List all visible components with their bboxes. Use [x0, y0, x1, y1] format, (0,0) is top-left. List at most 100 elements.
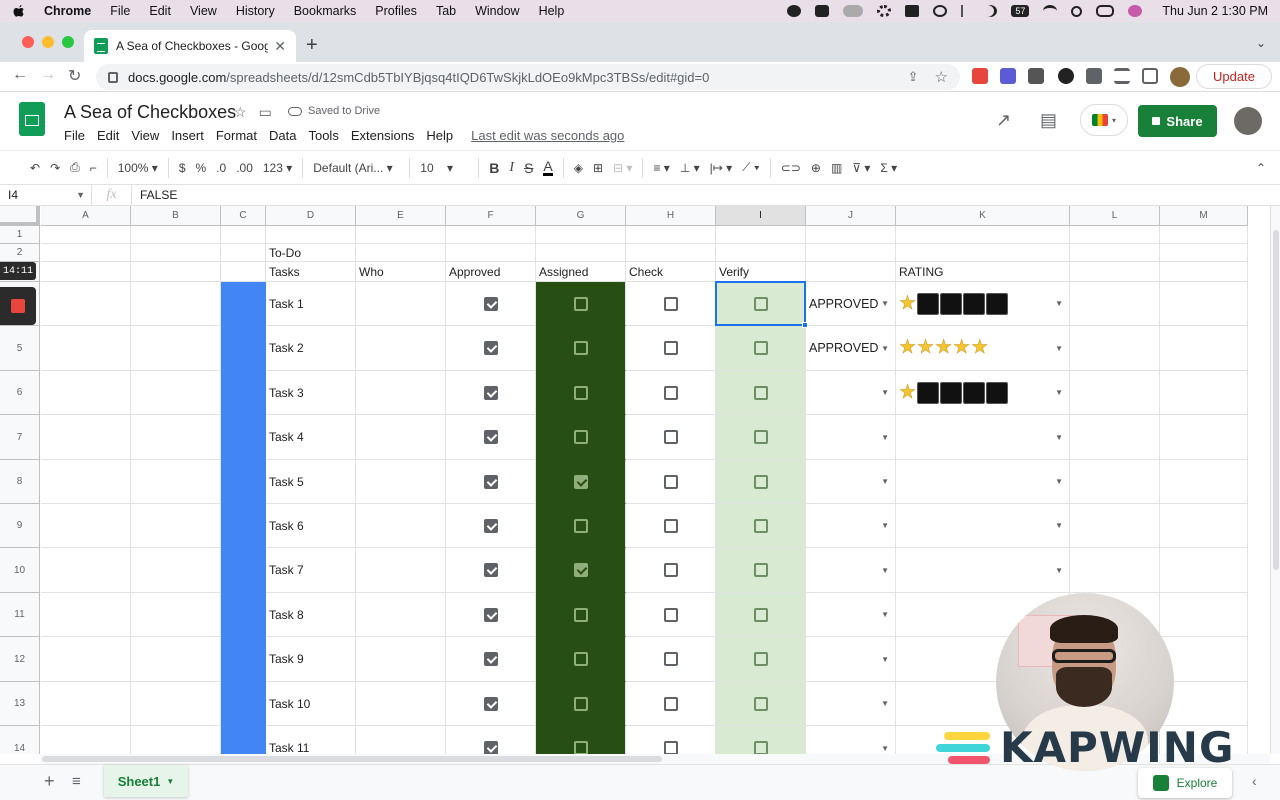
- assigned-checkbox[interactable]: [573, 341, 588, 355]
- cell-e2[interactable]: [356, 244, 446, 262]
- cell-b13[interactable]: [131, 682, 221, 726]
- assigned-cell[interactable]: [536, 415, 626, 460]
- task-name-cell[interactable]: Task 2: [266, 326, 356, 371]
- cell-j3[interactable]: [806, 262, 896, 282]
- cell-b3[interactable]: [131, 262, 221, 282]
- status-dropdown-cell[interactable]: ▼: [806, 726, 896, 754]
- task-name-cell[interactable]: Task 5: [266, 460, 356, 504]
- column-header-e[interactable]: E: [356, 206, 446, 226]
- cell-c5[interactable]: [221, 326, 266, 371]
- cell-c1[interactable]: [221, 226, 266, 244]
- cell-l3[interactable]: [1070, 262, 1160, 282]
- bluetooth-icon[interactable]: [961, 5, 969, 17]
- approved-cell[interactable]: [446, 282, 536, 326]
- column-header-g[interactable]: G: [536, 206, 626, 226]
- verify-checkbox[interactable]: [753, 607, 768, 622]
- cell-c13[interactable]: [221, 682, 266, 726]
- text-rotation-icon[interactable]: ⟋ ▾: [742, 160, 760, 175]
- check-checkbox[interactable]: [663, 563, 678, 577]
- assigned-cell[interactable]: [536, 371, 626, 415]
- verify-checkbox[interactable]: [753, 430, 768, 444]
- menu-edit[interactable]: Edit: [97, 128, 119, 143]
- select-all-corner[interactable]: [0, 206, 40, 226]
- assigned-cell[interactable]: [536, 548, 626, 593]
- cell-e14[interactable]: [356, 726, 446, 754]
- cell-l7[interactable]: [1070, 415, 1160, 460]
- cell-m8[interactable]: [1160, 460, 1248, 504]
- cell-c7[interactable]: [221, 415, 266, 460]
- cell-j2[interactable]: [806, 244, 896, 262]
- check-checkbox[interactable]: [663, 741, 678, 754]
- assigned-cell[interactable]: [536, 726, 626, 754]
- verify-cell[interactable]: [716, 548, 806, 593]
- approved-cell[interactable]: [446, 682, 536, 726]
- assigned-checkbox[interactable]: [573, 652, 588, 666]
- status-dropdown-cell[interactable]: ▼: [806, 682, 896, 726]
- compass-icon[interactable]: [787, 5, 802, 17]
- rating-dropdown-cell[interactable]: ★ ▼: [896, 371, 1070, 415]
- increase-decimal-button[interactable]: .00: [236, 161, 253, 175]
- menubar-window[interactable]: Window: [475, 4, 519, 18]
- cell-c4[interactable]: [221, 282, 266, 326]
- menubar-app-name[interactable]: Chrome: [44, 4, 91, 18]
- row-header-9[interactable]: 9: [0, 504, 40, 548]
- column-header-c[interactable]: C: [221, 206, 266, 226]
- cell-l5[interactable]: [1070, 326, 1160, 371]
- fill-handle[interactable]: [802, 322, 808, 328]
- rating-dropdown-cell[interactable]: ▼: [896, 460, 1070, 504]
- task-name-cell[interactable]: Task 6: [266, 504, 356, 548]
- cell-b10[interactable]: [131, 548, 221, 593]
- check-checkbox[interactable]: [663, 474, 678, 489]
- trending-chart-icon[interactable]: ↗: [996, 110, 1011, 131]
- column-header-f[interactable]: F: [446, 206, 536, 226]
- rating-dropdown-cell[interactable]: ★ ▼: [896, 282, 1070, 326]
- cell-b8[interactable]: [131, 460, 221, 504]
- siri-icon[interactable]: [1128, 5, 1143, 17]
- extensions-puzzle-icon[interactable]: [1086, 68, 1102, 84]
- cell-e7[interactable]: [356, 415, 446, 460]
- cell-m6[interactable]: [1160, 371, 1248, 415]
- menubar-help[interactable]: Help: [539, 4, 565, 18]
- cell-k1[interactable]: [896, 226, 1070, 244]
- verify-cell[interactable]: [716, 326, 806, 371]
- approved-checkbox[interactable]: [483, 296, 498, 311]
- verify-checkbox[interactable]: [753, 741, 768, 754]
- tab-close-icon[interactable]: ✕: [274, 38, 286, 55]
- menu-data[interactable]: Data: [269, 128, 296, 143]
- move-folder-icon[interactable]: ▭: [259, 104, 272, 121]
- decrease-decimal-button[interactable]: .0: [216, 161, 226, 175]
- status-dropdown-cell[interactable]: ▼: [806, 637, 896, 682]
- rating-dropdown-cell[interactable]: ▼: [896, 415, 1070, 460]
- update-button[interactable]: Update: [1196, 64, 1272, 89]
- cell-f1[interactable]: [446, 226, 536, 244]
- dropdown-caret-icon[interactable]: ▼: [1055, 299, 1063, 308]
- check-cell[interactable]: [626, 682, 716, 726]
- column-header-j[interactable]: J: [806, 206, 896, 226]
- sheets-logo-icon[interactable]: [19, 102, 45, 136]
- approved-cell[interactable]: [446, 637, 536, 682]
- cell-m7[interactable]: [1160, 415, 1248, 460]
- print-icon[interactable]: ⎙: [70, 160, 80, 175]
- approved-checkbox[interactable]: [483, 696, 498, 711]
- dropdown-caret-icon[interactable]: ▼: [881, 521, 889, 530]
- insert-comment-icon[interactable]: ⊕: [811, 161, 821, 175]
- cell-e13[interactable]: [356, 682, 446, 726]
- display-icon[interactable]: [905, 5, 920, 17]
- header-check[interactable]: Check: [626, 262, 716, 282]
- cell-a6[interactable]: [41, 371, 131, 415]
- approved-cell[interactable]: [446, 326, 536, 371]
- cell-m3[interactable]: [1160, 262, 1248, 282]
- dropdown-caret-icon[interactable]: ▼: [881, 744, 889, 753]
- cell-e1[interactable]: [356, 226, 446, 244]
- text-color-button[interactable]: A: [543, 159, 553, 176]
- bookmark-star-icon[interactable]: ☆: [935, 68, 948, 86]
- extension-k-icon[interactable]: [1058, 68, 1074, 84]
- cell-b1[interactable]: [131, 226, 221, 244]
- verify-checkbox[interactable]: [753, 385, 768, 400]
- zoom-window-button[interactable]: [62, 36, 74, 48]
- header-approved[interactable]: Approved: [446, 262, 536, 282]
- cell-b12[interactable]: [131, 637, 221, 682]
- insert-link-icon[interactable]: ⊂⊃: [781, 161, 801, 175]
- approved-cell[interactable]: [446, 504, 536, 548]
- cell-k2[interactable]: [896, 244, 1070, 262]
